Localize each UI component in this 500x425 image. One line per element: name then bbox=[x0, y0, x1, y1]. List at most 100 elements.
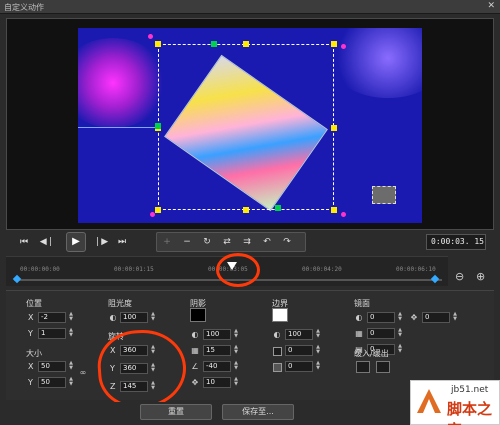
corner-pin-handle[interactable] bbox=[341, 44, 346, 49]
step-forward-icon[interactable]: ❘▶ bbox=[93, 234, 109, 250]
spin-arrows-icon[interactable]: ▲ ▼ bbox=[452, 312, 458, 323]
zoom-in-icon[interactable]: ⊕ bbox=[476, 270, 485, 283]
resize-handle[interactable] bbox=[331, 207, 337, 213]
size-y-field[interactable]: 50 bbox=[38, 377, 66, 388]
border-opacity-icon: ◐ bbox=[273, 330, 281, 339]
resize-handle[interactable] bbox=[155, 207, 161, 213]
ease-in-icon[interactable] bbox=[356, 361, 370, 373]
mirror-blur-icon: ▦ bbox=[355, 329, 363, 338]
corner-pin-handle[interactable] bbox=[148, 34, 153, 39]
spin-arrows-icon[interactable]: ▲ ▼ bbox=[68, 312, 74, 323]
transport-bar: ⏮ ◀❘ ▶ ❘▶ ⏭ + − ↻ ⇄ ⇉ ↶ ↷ 0:00:03. 15 bbox=[6, 232, 494, 254]
ease-out-icon[interactable] bbox=[376, 361, 390, 373]
corner-pin-handle[interactable] bbox=[341, 212, 346, 217]
move-icon: ✥ bbox=[410, 313, 418, 322]
resize-handle[interactable] bbox=[155, 41, 161, 47]
remove-keyframe-icon[interactable]: − bbox=[179, 235, 195, 249]
save-as-button[interactable]: 保存至... bbox=[222, 404, 294, 420]
size-label: 大小 bbox=[26, 349, 42, 358]
title-bar: 自定义动作 ✕ bbox=[0, 0, 500, 14]
background-glow bbox=[328, 28, 422, 98]
mirror-opacity-icon: ◐ bbox=[355, 313, 363, 322]
timecode-display[interactable]: 0:00:03. 15 bbox=[426, 234, 486, 250]
spin-arrows-icon[interactable]: ▲ ▼ bbox=[397, 344, 403, 355]
border-color-swatch[interactable] bbox=[272, 308, 288, 322]
timeline-tick: 00:00:04:20 bbox=[302, 266, 342, 273]
goto-prev-icon[interactable]: ↶ bbox=[259, 235, 275, 249]
size-x-field[interactable]: 50 bbox=[38, 361, 66, 372]
keyframe-marker[interactable] bbox=[12, 274, 22, 284]
border-blur-field[interactable]: 0 bbox=[285, 361, 313, 372]
resize-handle[interactable] bbox=[243, 41, 249, 47]
shadow-color-swatch[interactable] bbox=[190, 308, 206, 322]
reverse-icon[interactable]: ↻ bbox=[199, 235, 215, 249]
border-opacity-field[interactable]: 100 bbox=[285, 329, 313, 340]
watermark: jb51.net 脚本之家 bbox=[410, 380, 500, 425]
close-icon[interactable]: ✕ bbox=[487, 1, 495, 11]
shadow-angle-icon: ∠ bbox=[191, 362, 199, 371]
spin-arrows-icon[interactable]: ▲ ▼ bbox=[397, 312, 403, 323]
annotation-circle bbox=[216, 253, 260, 287]
skip-start-icon[interactable]: ⏮ bbox=[16, 234, 32, 250]
mirror-blur-field[interactable]: 0 bbox=[367, 328, 395, 339]
opacity-label: 阻光度 bbox=[108, 299, 132, 308]
goto-next-icon[interactable]: ↷ bbox=[279, 235, 295, 249]
step-back-icon[interactable]: ◀❘ bbox=[39, 234, 55, 250]
spin-arrows-icon[interactable]: ▲ ▼ bbox=[68, 377, 74, 388]
resize-handle[interactable] bbox=[331, 125, 337, 131]
mirror-pan-field[interactable]: 0 bbox=[422, 312, 450, 323]
spin-arrows-icon[interactable]: ▲ ▼ bbox=[397, 328, 403, 339]
rotate-handle[interactable] bbox=[211, 41, 217, 47]
axis-x-label: X bbox=[28, 313, 34, 322]
site-logo-icon bbox=[417, 389, 441, 413]
spin-arrows-icon[interactable]: ▲ ▼ bbox=[68, 361, 74, 372]
spin-arrows-icon[interactable]: ▲ ▼ bbox=[233, 329, 239, 340]
corner-pin-handle[interactable] bbox=[150, 212, 155, 217]
axis-y-label: Y bbox=[28, 378, 33, 387]
axis-y-label: Y bbox=[28, 329, 33, 338]
timeline-tick: 00:00:01:15 bbox=[114, 266, 154, 273]
move-right-icon[interactable]: ⇉ bbox=[239, 235, 255, 249]
spin-arrows-icon[interactable]: ▲ ▼ bbox=[233, 345, 239, 356]
mirror-opacity-field[interactable]: 0 bbox=[367, 312, 395, 323]
reset-button[interactable]: 重置 bbox=[140, 404, 212, 420]
zoom-out-icon[interactable]: ⊖ bbox=[455, 270, 464, 283]
small-overlay-box[interactable] bbox=[372, 186, 396, 204]
rotate-handle[interactable] bbox=[155, 123, 161, 129]
shadow-opacity-icon: ◐ bbox=[191, 330, 199, 339]
spin-arrows-icon[interactable]: ▲ ▼ bbox=[150, 312, 156, 323]
timeline-tick: 00:00:00:00 bbox=[20, 266, 60, 273]
opacity-field[interactable]: 100 bbox=[120, 312, 148, 323]
spin-arrows-icon[interactable]: ▲ ▼ bbox=[315, 345, 321, 356]
position-label: 位置 bbox=[26, 299, 42, 308]
shadow-distance-field[interactable]: 10 bbox=[203, 377, 231, 388]
keyframe-marker[interactable] bbox=[430, 274, 440, 284]
keyframe-toolbar: + − ↻ ⇄ ⇉ ↶ ↷ bbox=[156, 232, 306, 252]
skip-end-icon[interactable]: ⏭ bbox=[114, 234, 130, 250]
play-icon[interactable]: ▶ bbox=[66, 232, 86, 252]
link-icon[interactable]: ∞ bbox=[78, 368, 88, 378]
position-x-field[interactable]: -2 bbox=[38, 312, 66, 323]
window-title: 自定义动作 bbox=[4, 3, 44, 12]
spin-arrows-icon[interactable]: ▲ ▼ bbox=[233, 361, 239, 372]
shadow-blur-icon: ▦ bbox=[191, 346, 199, 355]
spin-arrows-icon[interactable]: ▲ ▼ bbox=[233, 377, 239, 388]
shadow-blur-field[interactable]: 15 bbox=[203, 345, 231, 356]
opacity-icon: ◐ bbox=[109, 313, 117, 322]
shadow-distance-icon: ✥ bbox=[191, 378, 199, 387]
rotate-handle[interactable] bbox=[275, 205, 281, 211]
spin-arrows-icon[interactable]: ▲ ▼ bbox=[315, 329, 321, 340]
selection-box[interactable] bbox=[158, 44, 334, 210]
add-keyframe-icon[interactable]: + bbox=[159, 235, 175, 249]
resize-handle[interactable] bbox=[243, 207, 249, 213]
border-blur-icon bbox=[273, 363, 282, 372]
spin-arrows-icon[interactable]: ▲ ▼ bbox=[315, 361, 321, 372]
position-y-field[interactable]: 1 bbox=[38, 328, 66, 339]
watermark-site: jb51.net bbox=[451, 385, 489, 395]
shadow-angle-field[interactable]: -40 bbox=[203, 361, 231, 372]
spin-arrows-icon[interactable]: ▲ ▼ bbox=[68, 328, 74, 339]
shadow-opacity-field[interactable]: 100 bbox=[203, 329, 231, 340]
move-left-icon[interactable]: ⇄ bbox=[219, 235, 235, 249]
resize-handle[interactable] bbox=[331, 41, 337, 47]
border-width-field[interactable]: 0 bbox=[285, 345, 313, 356]
